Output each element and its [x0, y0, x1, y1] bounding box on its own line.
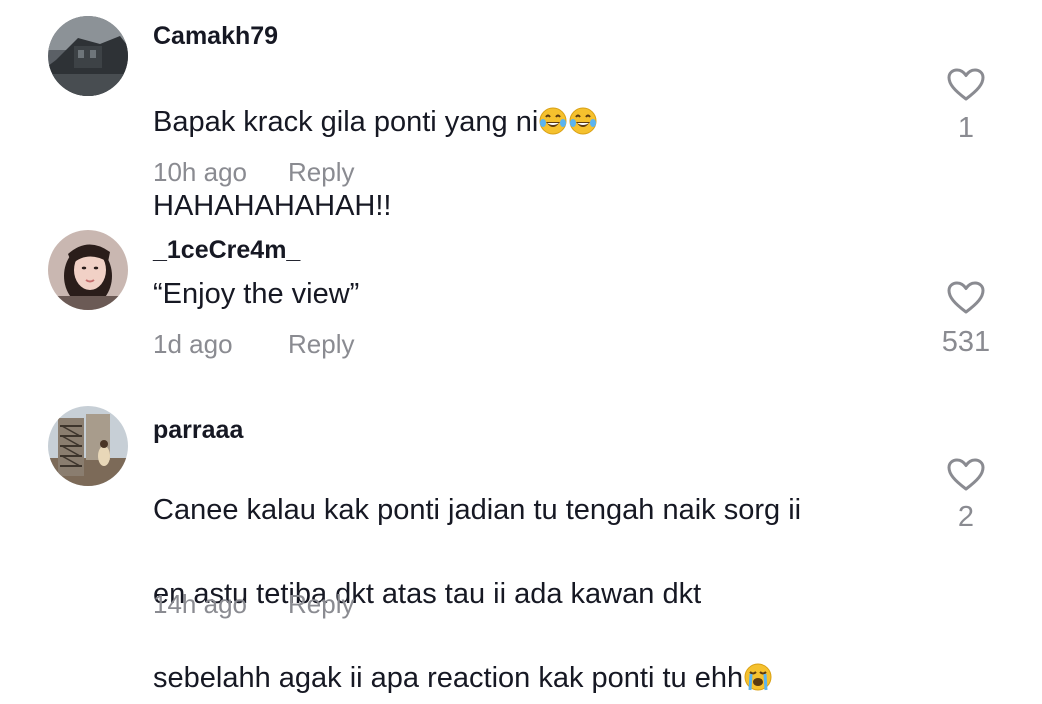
comment-item: Camakh79 Bapak krack gila ponti yang ni … [0, 0, 1042, 222]
avatar[interactable] [48, 406, 128, 486]
reply-button[interactable]: Reply [288, 157, 354, 188]
comment-text-line: sebelahh agak ii apa reaction kak ponti … [153, 662, 744, 694]
avatar-image [48, 16, 128, 96]
comment-text-line: Bapak krack gila ponti yang ni [153, 106, 539, 138]
reply-button[interactable]: Reply [288, 329, 354, 360]
avatar[interactable] [48, 16, 128, 96]
heart-icon[interactable] [946, 280, 986, 316]
avatar[interactable] [48, 230, 128, 310]
comment-item: _1ceCre4m_ “Enjoy the view” 1d ago Reply… [0, 200, 1042, 390]
comment-meta: 1d ago Reply [153, 329, 354, 360]
loudly-crying-face-emoji [743, 662, 773, 692]
comment-item: parraaa Canee kalau kak ponti jadian tu … [0, 390, 1042, 694]
avatar-image [48, 406, 128, 486]
avatar-image [48, 230, 128, 310]
comment-time: 10h ago [153, 157, 247, 187]
comment-text-line: Canee kalau kak ponti jadian tu tengah n… [153, 494, 802, 526]
username[interactable]: _1ceCre4m_ [153, 236, 300, 265]
comment-text: Canee kalau kak ponti jadian tu tengah n… [153, 447, 913, 699]
like-count: 531 [941, 326, 991, 358]
heart-icon[interactable] [946, 457, 986, 493]
like-count: 2 [957, 501, 975, 533]
like-count: 1 [957, 112, 975, 144]
comment-meta: 10h ago Reply [153, 157, 354, 188]
comment-time: 14h ago [153, 589, 247, 619]
comment-meta: 14h ago Reply [153, 589, 354, 620]
face-with-tears-of-joy-emoji [538, 106, 568, 136]
face-with-tears-of-joy-emoji [568, 106, 598, 136]
heart-icon[interactable] [946, 67, 986, 103]
username[interactable]: parraaa [153, 416, 243, 445]
comment-text: “Enjoy the view” [153, 278, 360, 310]
reply-button[interactable]: Reply [288, 589, 354, 620]
comment-time: 1d ago [153, 329, 233, 359]
username[interactable]: Camakh79 [153, 22, 278, 51]
